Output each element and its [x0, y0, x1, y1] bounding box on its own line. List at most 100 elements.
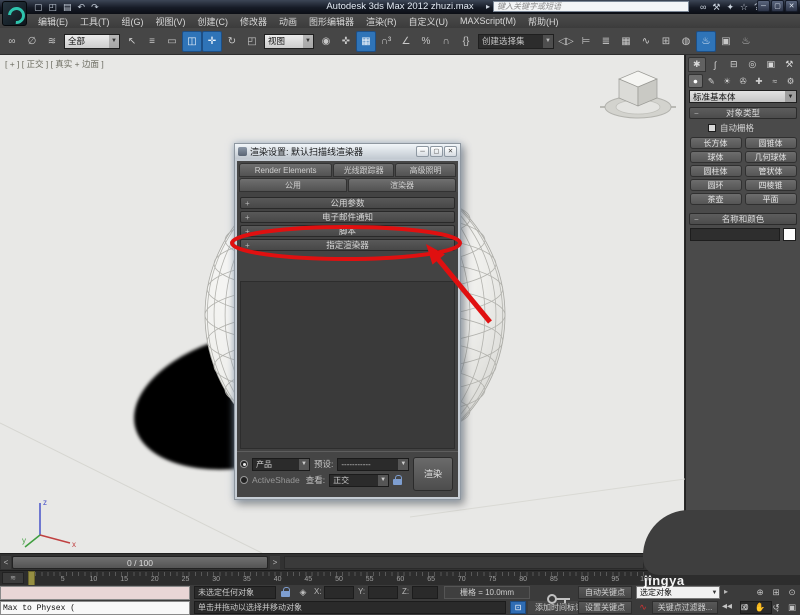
graphite-ribbon-icon[interactable]: ▦: [616, 31, 636, 52]
hierarchy-tab[interactable]: ⊟: [725, 57, 742, 72]
open-file-icon[interactable]: ◰: [49, 1, 58, 13]
pan-icon[interactable]: ✋: [752, 601, 768, 614]
search-find-icon[interactable]: ∞: [700, 2, 706, 12]
dialog-tab-1[interactable]: 光线跟踪器: [333, 163, 394, 177]
previous-frame-button[interactable]: <: [1, 556, 11, 569]
motion-tab[interactable]: ◎: [744, 57, 761, 72]
angle-snap-icon[interactable]: ∠: [396, 31, 416, 52]
selection-lock-icon[interactable]: [281, 587, 290, 597]
dialog-maximize-button[interactable]: ▢: [430, 146, 443, 157]
use-pivot-center-icon[interactable]: ◉: [316, 31, 336, 52]
y-coordinate-field[interactable]: [368, 586, 398, 599]
orbit-icon[interactable]: ↺: [768, 601, 784, 614]
keyboard-override-icon[interactable]: ▦: [356, 31, 376, 52]
primitive-button-6[interactable]: 圆环: [690, 179, 742, 191]
primitive-category-dropdown[interactable]: 标准基本体 ▼: [689, 90, 797, 103]
dialog-tab-0[interactable]: Render Elements: [239, 163, 332, 177]
minimize-button[interactable]: ─: [757, 0, 770, 12]
undo-icon[interactable]: ↶: [78, 1, 86, 13]
layer-manager-icon[interactable]: ≣: [596, 31, 616, 52]
select-and-link-icon[interactable]: ∞: [2, 31, 22, 52]
rectangular-selection-icon[interactable]: ▭: [162, 31, 182, 52]
auto-key-button[interactable]: 自动关键点: [578, 586, 632, 599]
object-type-rollout[interactable]: 对象类型: [689, 107, 797, 119]
object-color-swatch[interactable]: [783, 228, 796, 241]
reference-coordinate-dropdown[interactable]: 视图▼: [264, 34, 314, 49]
search-input[interactable]: [493, 1, 689, 12]
menu-item-10[interactable]: MAXScript(M): [454, 16, 522, 26]
dialog-minimize-button[interactable]: ─: [416, 146, 429, 157]
view-cube[interactable]: [598, 59, 678, 123]
maximize-viewport-icon[interactable]: ▣: [784, 601, 800, 614]
infocenter-settings-icon[interactable]: ⚒: [712, 2, 720, 13]
shapes-subtab[interactable]: ✎: [704, 74, 719, 88]
menu-item-8[interactable]: 渲染(R): [360, 15, 403, 28]
primitive-button-9[interactable]: 平面: [745, 193, 797, 205]
modify-tab[interactable]: ∫: [707, 57, 724, 72]
next-arrow-icon[interactable]: ▸: [724, 587, 728, 596]
close-button[interactable]: ✕: [785, 0, 798, 12]
lights-subtab[interactable]: ☀: [720, 74, 735, 88]
new-file-icon[interactable]: ▢: [34, 1, 43, 13]
curve-editor-icon[interactable]: ∿: [636, 31, 656, 52]
menu-item-1[interactable]: 工具(T): [74, 15, 116, 28]
primitive-button-3[interactable]: 几何球体: [745, 151, 797, 163]
view-dropdown[interactable]: 正交 ▼: [329, 474, 389, 487]
select-and-rotate-icon[interactable]: ↻: [222, 31, 242, 52]
menu-item-0[interactable]: 编辑(E): [32, 15, 74, 28]
name-color-rollout[interactable]: 名称和颜色: [689, 213, 797, 225]
preset-dropdown[interactable]: ----------- ▼: [337, 458, 409, 471]
dialog-tab-2[interactable]: 高级照明: [395, 163, 456, 177]
production-radio[interactable]: [240, 460, 248, 468]
unlink-selection-icon[interactable]: ∅: [22, 31, 42, 52]
align-icon[interactable]: ⊨: [576, 31, 596, 52]
current-frame-marker[interactable]: [28, 571, 35, 586]
select-and-manipulate-icon[interactable]: ✜: [336, 31, 356, 52]
zoom-all-icon[interactable]: ⊞: [768, 586, 784, 599]
next-frame-button[interactable]: >: [270, 556, 280, 569]
dialog-rollout-0[interactable]: 公用参数: [240, 197, 455, 209]
render-button[interactable]: 渲染: [413, 457, 453, 491]
z-coordinate-field[interactable]: [412, 586, 438, 599]
autogrid-checkbox[interactable]: [708, 124, 716, 132]
render-setup-dialog[interactable]: 渲染设置: 默认扫描线渲染器 ─▢✕ Render Elements光线跟踪器高…: [234, 143, 461, 500]
geometry-subtab[interactable]: ●: [688, 74, 703, 88]
redo-icon[interactable]: ↷: [91, 1, 99, 13]
mirror-icon[interactable]: ◁▷: [556, 31, 576, 52]
menu-item-5[interactable]: 修改器: [234, 15, 273, 28]
object-name-field[interactable]: [690, 228, 780, 241]
menu-item-3[interactable]: 视图(V): [150, 15, 192, 28]
create-tab[interactable]: ✱: [688, 57, 706, 72]
space-warps-subtab[interactable]: ≈: [767, 74, 782, 88]
menu-item-9[interactable]: 自定义(U): [403, 15, 455, 28]
3ds-max-logo-button[interactable]: [2, 1, 27, 26]
time-slider-track[interactable]: [284, 556, 644, 569]
zoom-extents-icon[interactable]: ⊙: [784, 586, 800, 599]
systems-subtab[interactable]: ⚙: [783, 74, 798, 88]
snap-toggle-3d-icon[interactable]: ∩³: [376, 31, 396, 52]
set-key-button[interactable]: 设置关键点: [578, 601, 632, 614]
dialog-rollout-1[interactable]: 电子邮件通知: [240, 211, 455, 223]
menu-item-2[interactable]: 组(G): [116, 15, 150, 28]
primitive-button-4[interactable]: 圆柱体: [690, 165, 742, 177]
dialog-tab-bottom-1[interactable]: 渲染器: [348, 178, 456, 192]
x-coordinate-field[interactable]: [324, 586, 354, 599]
helpers-subtab[interactable]: ✚: [751, 74, 766, 88]
utilities-tab[interactable]: ⚒: [780, 57, 797, 72]
select-and-scale-icon[interactable]: ◰: [242, 31, 262, 52]
edit-named-selection-sets-icon[interactable]: {}: [456, 31, 476, 52]
select-and-move-icon[interactable]: ✛: [202, 31, 222, 52]
viewport-label[interactable]: [ + ] [ 正交 ] [ 真实 + 边面 ]: [5, 58, 104, 70]
target-dropdown[interactable]: 产品 ▼: [252, 458, 310, 471]
maximize-button[interactable]: ▢: [771, 0, 784, 12]
display-tab[interactable]: ▣: [762, 57, 779, 72]
primitive-button-8[interactable]: 茶壶: [690, 193, 742, 205]
zoom-icon[interactable]: ⊕: [752, 586, 768, 599]
activeshade-radio[interactable]: [240, 476, 248, 484]
render-setup-icon[interactable]: ♨: [696, 31, 716, 52]
communication-center-icon[interactable]: ✦: [727, 2, 735, 13]
menu-item-11[interactable]: 帮助(H): [522, 15, 565, 28]
go-to-start-icon[interactable]: ◀◀: [722, 602, 732, 610]
menu-item-4[interactable]: 创建(C): [192, 15, 235, 28]
mini-curve-editor-icon[interactable]: ≋: [2, 572, 24, 584]
